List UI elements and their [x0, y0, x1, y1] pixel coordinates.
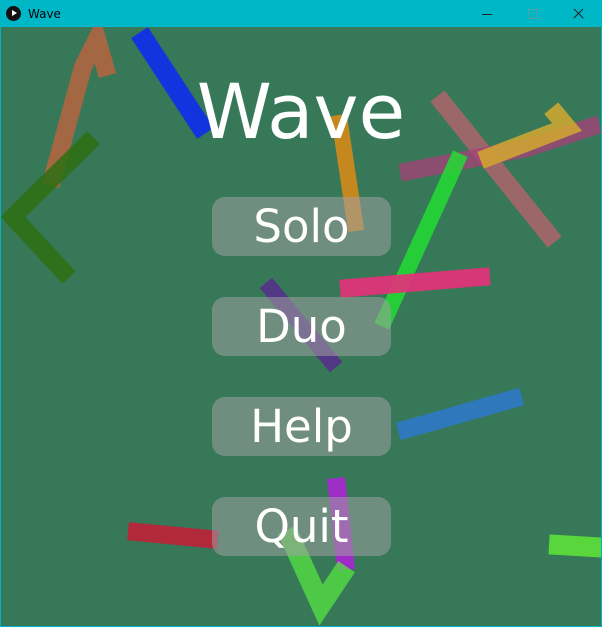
duo-button[interactable]: Duo — [212, 297, 391, 356]
trail-crimson — [127, 522, 219, 549]
trail-light-blue — [395, 387, 525, 441]
close-icon[interactable] — [556, 1, 601, 27]
trail-green — [374, 150, 468, 330]
game-title: Wave — [196, 67, 406, 156]
quit-button[interactable]: Quit — [212, 497, 391, 556]
game-canvas: Wave Solo Duo Help Quit — [1, 27, 601, 626]
game-window: Wave Wave Solo Duo Help Quit — [0, 0, 602, 627]
help-button[interactable]: Help — [212, 397, 391, 456]
title-bar[interactable]: Wave — [1, 1, 601, 27]
app-play-icon — [6, 6, 21, 21]
solo-button[interactable]: Solo — [212, 197, 391, 256]
trail-bright-green — [548, 534, 601, 558]
maximize-icon[interactable] — [510, 1, 556, 27]
window-title: Wave — [28, 7, 61, 21]
trail-hot-pink — [339, 267, 491, 298]
minimize-icon[interactable] — [464, 1, 510, 27]
